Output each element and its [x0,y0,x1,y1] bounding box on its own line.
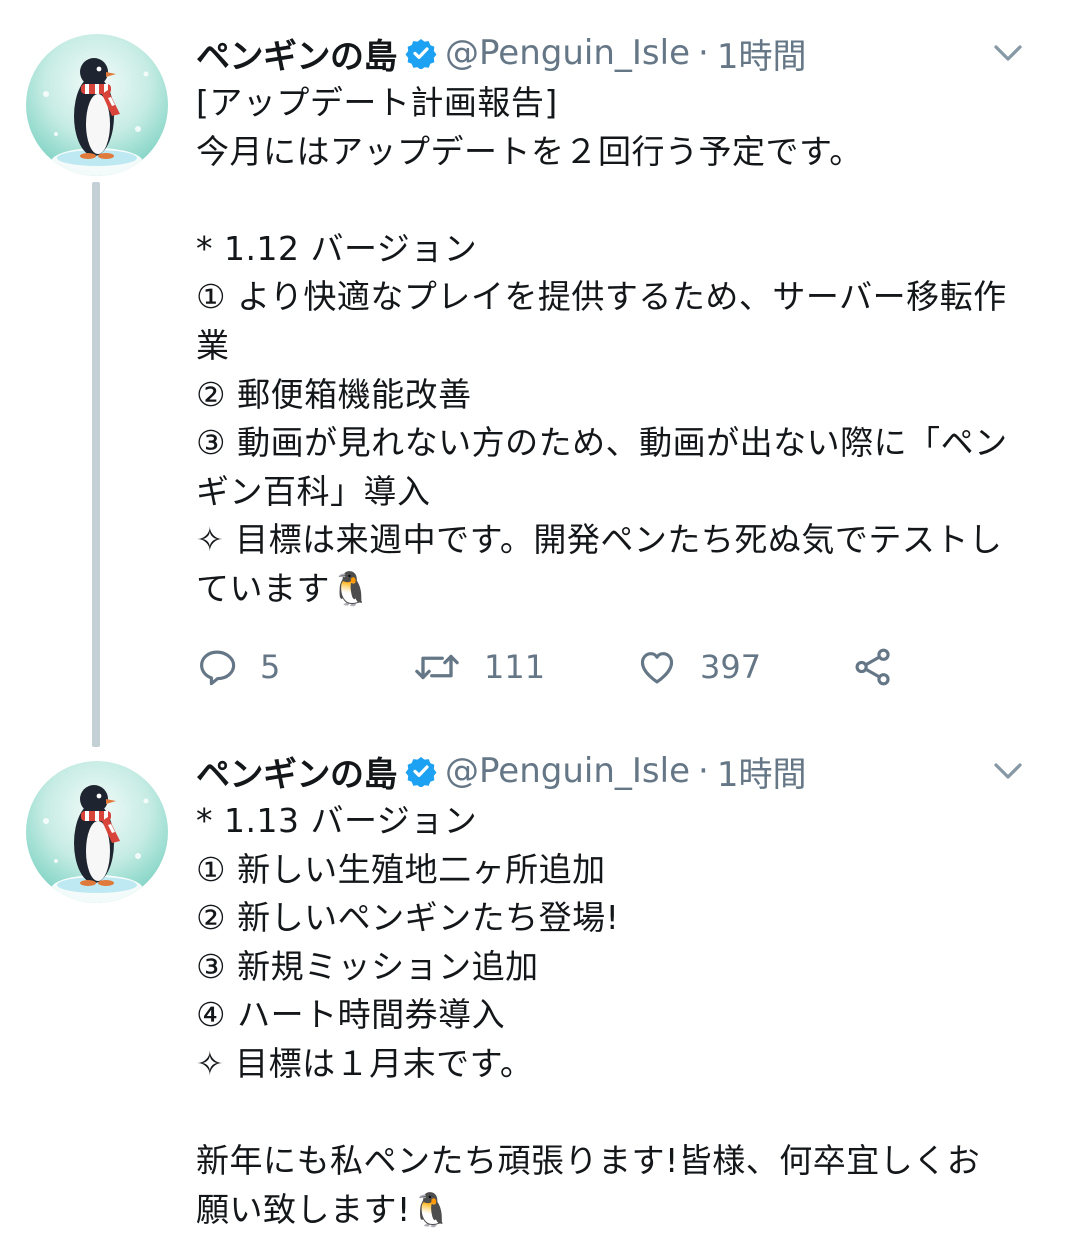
text-line: ④ ハート時間券導入 [196,995,506,1035]
tweet-actions: 5 111 397 [196,637,1056,697]
tweet[interactable]: ペンギンの島 @Penguin_Isle · 1時間 * 1.13 バージョン … [0,745,1074,1241]
timestamp[interactable]: 1時間 [717,747,807,796]
chevron-down-icon[interactable] [990,35,1026,71]
text-line: ① より快適なプレイを提供するため、サーバー移転作 [196,277,1007,317]
text-line: ③ 新規ミッション追加 [196,946,539,986]
retweet-icon [415,654,459,680]
separator-dot: · [698,751,709,791]
text-line: ② 郵便箱機能改善 [196,374,472,414]
text-line: 新年にも私ペンたち頑張ります!皆様、何卒宜しくお [196,1141,981,1181]
separator-dot: · [698,33,709,73]
tweet-header: ペンギンの島 @Penguin_Isle · 1時間 [196,27,1056,79]
reply-icon [200,650,236,686]
retweet-count: 111 [484,648,546,686]
handle[interactable]: @Penguin_Isle [445,33,690,73]
text-line: ✧ 目標は１月末です。 [196,1043,534,1083]
text-line: 願い致します!🐧 [196,1189,453,1229]
text-line: 業 [196,325,230,365]
text-line: ています🐧 [196,568,372,608]
text-line: * 1.12 バージョン [196,228,478,268]
timestamp[interactable]: 1時間 [717,29,807,78]
display-name[interactable]: ペンギンの島 [196,29,398,78]
text-line: ギン百科」導入 [196,471,431,511]
heart-icon [640,652,674,684]
text-line: * 1.13 バージョン [196,801,478,840]
verified-badge-icon [405,755,437,787]
text-line: [アップデート計画報告] [196,83,558,122]
text-line: 今月にはアップデートを２回行う予定です。 [196,131,863,171]
retweet-button[interactable]: 111 [412,637,545,697]
thread-connector-line [92,182,100,747]
reply-count: 5 [260,648,281,686]
verified-badge-icon [405,37,437,69]
display-name[interactable]: ペンギンの島 [196,747,398,796]
text-line: ① 新しい生殖地二ヶ所追加 [196,849,606,889]
share-button[interactable] [852,637,894,697]
avatar[interactable] [26,761,168,903]
tweet-text: * 1.13 バージョン ① 新しい生殖地二ヶ所追加 ② 新しいペンギンたち登場… [196,797,1056,1234]
tweet[interactable]: ペンギンの島 @Penguin_Isle · 1時間 [アップデート計画報告] … [0,0,1074,747]
tweet-header: ペンギンの島 @Penguin_Isle · 1時間 [196,745,1056,797]
avatar[interactable] [26,34,168,176]
chevron-down-icon[interactable] [990,753,1026,789]
text-line: ② 新しいペンギンたち登場! [196,898,620,938]
text-line: ③ 動画が見れない方のため、動画が出ない際に「ペン [196,423,1008,463]
reply-button[interactable]: 5 [196,637,280,697]
penguin-avatar-image [43,785,149,903]
text-line [196,1089,1056,1138]
text-line [196,176,1056,225]
share-icon [855,648,890,686]
tweet-text: [アップデート計画報告] 今月にはアップデートを２回行う予定です。 * 1.12… [196,79,1056,614]
text-line: ✧ 目標は来週中です。開発ペンたち死ぬ気でテストし [196,520,1003,560]
like-button[interactable]: 397 [636,637,761,697]
like-count: 397 [700,648,762,686]
handle[interactable]: @Penguin_Isle [445,751,690,791]
penguin-avatar-image [43,58,149,176]
